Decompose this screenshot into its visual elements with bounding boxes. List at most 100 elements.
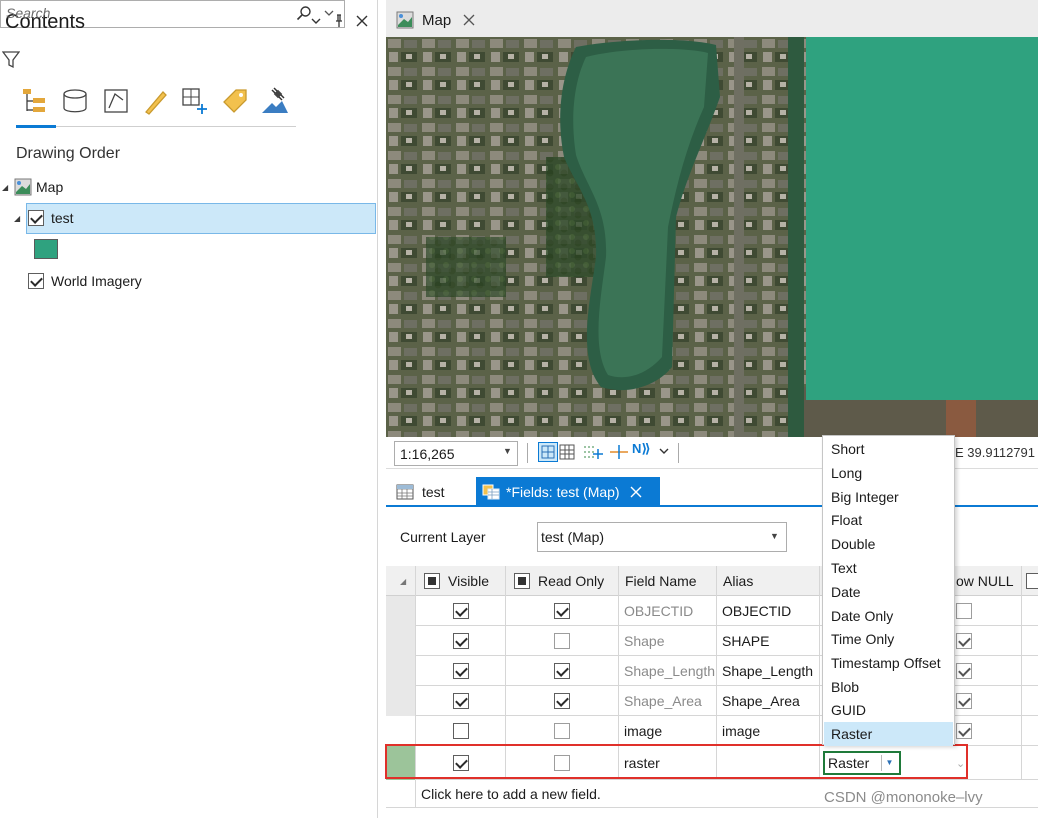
- close-fields-tab-icon[interactable]: [630, 486, 642, 498]
- snapping-grid-icon[interactable]: [538, 442, 558, 462]
- next-header-checkbox[interactable]: [1026, 573, 1038, 589]
- field-name-cell[interactable]: OBJECTID: [619, 596, 717, 626]
- readonly-cell[interactable]: [506, 596, 619, 626]
- next-cell[interactable]: [1022, 746, 1038, 780]
- alias-cell[interactable]: SHAPE: [717, 626, 820, 656]
- data-type-dropdown-list[interactable]: Short Long Big Integer Float Double Text…: [822, 435, 955, 746]
- col-visible-header[interactable]: Visible: [416, 566, 506, 596]
- next-cell[interactable]: [1022, 596, 1038, 626]
- visible-checkbox[interactable]: [452, 723, 469, 739]
- next-cell[interactable]: [1022, 716, 1038, 746]
- readonly-checkbox[interactable]: [554, 663, 570, 679]
- allow-null-checkbox[interactable]: [956, 693, 972, 709]
- list-by-editing-icon[interactable]: [141, 86, 171, 116]
- collapse-arrow-icon[interactable]: ◢: [14, 214, 24, 223]
- allow-null-checkbox[interactable]: [956, 603, 972, 619]
- list-by-drawing-order-icon[interactable]: [20, 86, 50, 116]
- col-fieldname-header[interactable]: Field Name: [619, 566, 717, 596]
- collapse-arrow-icon[interactable]: ◢: [2, 183, 12, 192]
- tree-node-world-imagery[interactable]: World Imagery: [28, 269, 142, 293]
- dynamic-constraints-icon[interactable]: [582, 443, 604, 461]
- visible-checkbox[interactable]: [452, 603, 469, 619]
- layer-visibility-checkbox[interactable]: [28, 210, 44, 226]
- row-selector[interactable]: [386, 686, 416, 716]
- readonly-cell[interactable]: [506, 656, 619, 686]
- list-by-perspective-imagery-icon[interactable]: [260, 86, 290, 116]
- option-long[interactable]: Long: [824, 461, 953, 485]
- layer-symbol-swatch[interactable]: [34, 239, 58, 259]
- next-cell[interactable]: [1022, 686, 1038, 716]
- col-alias-header[interactable]: Alias: [717, 566, 820, 596]
- visible-header-checkbox[interactable]: [424, 573, 440, 589]
- readonly-cell[interactable]: [506, 716, 619, 746]
- visible-cell[interactable]: [416, 686, 506, 716]
- option-text[interactable]: Text: [824, 556, 953, 580]
- allow-null-checkbox[interactable]: [956, 633, 972, 649]
- layer-dropdown-arrow-icon[interactable]: ▼: [770, 531, 779, 541]
- option-date[interactable]: Date: [824, 580, 953, 604]
- col-next-header[interactable]: [1022, 566, 1038, 596]
- visible-checkbox[interactable]: [452, 663, 469, 679]
- visible-cell[interactable]: [416, 656, 506, 686]
- option-big-integer[interactable]: Big Integer: [824, 485, 953, 509]
- field-name-cell[interactable]: image: [619, 716, 717, 746]
- map-canvas[interactable]: [386, 37, 1038, 437]
- list-by-labeling-icon[interactable]: [220, 86, 250, 116]
- alias-cell[interactable]: image: [717, 716, 820, 746]
- field-name-cell[interactable]: Shape: [619, 626, 717, 656]
- search-options-chevron-icon[interactable]: [322, 6, 336, 20]
- list-by-snapping-icon[interactable]: [180, 86, 210, 116]
- navigator-north-icon[interactable]: N⟫: [632, 441, 651, 457]
- option-double[interactable]: Double: [824, 532, 953, 556]
- option-blob[interactable]: Blob: [824, 675, 953, 699]
- test-polygon-feature[interactable]: [806, 37, 1038, 400]
- field-name-cell[interactable]: Shape_Length: [619, 656, 717, 686]
- tab-test-attributes[interactable]: test: [390, 477, 451, 507]
- visible-cell[interactable]: [416, 596, 506, 626]
- current-layer-dropdown[interactable]: test (Map) ▼: [537, 522, 787, 552]
- list-by-selection-icon[interactable]: [101, 86, 131, 116]
- footer-more-chevron-icon[interactable]: [658, 445, 670, 457]
- alias-cell[interactable]: Shape_Length: [717, 656, 820, 686]
- row-selector[interactable]: [386, 626, 416, 656]
- grid-icon[interactable]: [558, 443, 576, 461]
- tab-map[interactable]: Map: [392, 3, 478, 37]
- next-cell[interactable]: [1022, 626, 1038, 656]
- readonly-checkbox[interactable]: [554, 633, 570, 649]
- snapping-toggle-icon[interactable]: [608, 443, 630, 461]
- row-selector[interactable]: [386, 716, 416, 746]
- search-icon[interactable]: [296, 5, 312, 21]
- readonly-checkbox[interactable]: [554, 693, 570, 709]
- readonly-checkbox[interactable]: [554, 603, 570, 619]
- select-all-corner[interactable]: ◢: [386, 566, 416, 596]
- readonly-cell[interactable]: [506, 686, 619, 716]
- visible-checkbox[interactable]: [452, 693, 469, 709]
- close-map-tab-icon[interactable]: [463, 14, 475, 26]
- option-date-only[interactable]: Date Only: [824, 604, 953, 628]
- option-short[interactable]: Short: [824, 437, 953, 461]
- alias-cell[interactable]: Shape_Area: [717, 686, 820, 716]
- basemap-visibility-checkbox[interactable]: [28, 273, 44, 289]
- option-guid[interactable]: GUID: [824, 698, 953, 722]
- tree-node-map[interactable]: ◢ Map: [2, 175, 63, 199]
- option-timestamp-offset[interactable]: Timestamp Offset: [824, 651, 953, 675]
- option-float[interactable]: Float: [824, 508, 953, 532]
- tab-fields-view[interactable]: *Fields: test (Map): [476, 477, 660, 507]
- alias-cell[interactable]: OBJECTID: [717, 596, 820, 626]
- list-by-source-icon[interactable]: [60, 86, 90, 116]
- close-pane-icon[interactable]: [354, 13, 370, 29]
- row-selector[interactable]: [386, 596, 416, 626]
- filter-icon[interactable]: [2, 50, 20, 70]
- field-name-cell[interactable]: Shape_Area: [619, 686, 717, 716]
- readonly-cell[interactable]: [506, 626, 619, 656]
- add-new-field-prompt[interactable]: Click here to add a new field.: [416, 780, 816, 808]
- col-readonly-header[interactable]: Read Only: [506, 566, 619, 596]
- row-selector[interactable]: [386, 656, 416, 686]
- readonly-checkbox[interactable]: [554, 723, 570, 739]
- option-time-only[interactable]: Time Only: [824, 627, 953, 651]
- allow-null-checkbox[interactable]: [956, 663, 972, 679]
- visible-checkbox[interactable]: [452, 633, 469, 649]
- scale-dropdown[interactable]: 1:16,265 ▼: [394, 441, 518, 466]
- search-input[interactable]: [6, 5, 286, 21]
- visible-cell[interactable]: [416, 626, 506, 656]
